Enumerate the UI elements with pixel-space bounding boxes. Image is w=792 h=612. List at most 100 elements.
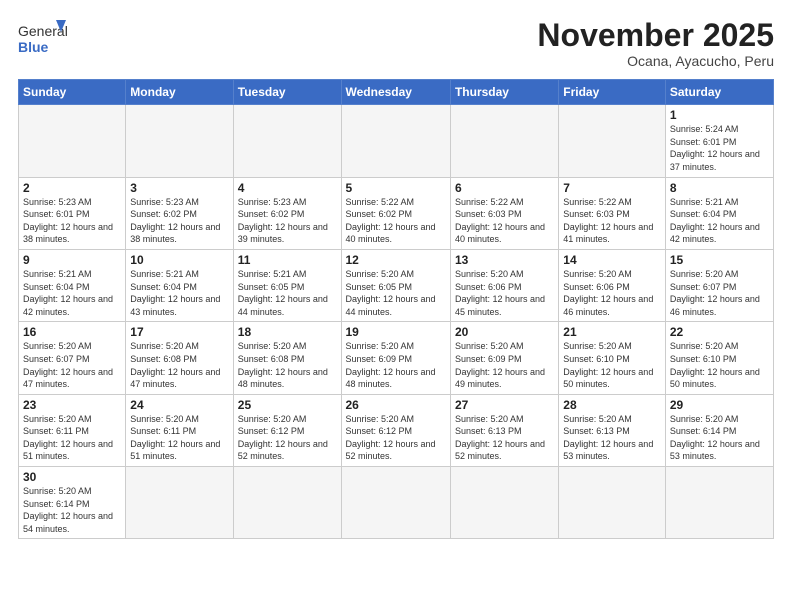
table-row: [233, 467, 341, 539]
day-info: Sunrise: 5:20 AM Sunset: 6:12 PM Dayligh…: [346, 413, 446, 463]
day-info: Sunrise: 5:20 AM Sunset: 6:06 PM Dayligh…: [563, 268, 661, 318]
header-thursday: Thursday: [450, 80, 558, 105]
table-row: [126, 105, 233, 177]
table-row: 9Sunrise: 5:21 AM Sunset: 6:04 PM Daylig…: [19, 249, 126, 321]
day-number: 21: [563, 325, 661, 339]
table-row: [665, 467, 773, 539]
table-row: [126, 467, 233, 539]
day-info: Sunrise: 5:20 AM Sunset: 6:11 PM Dayligh…: [23, 413, 121, 463]
day-info: Sunrise: 5:22 AM Sunset: 6:03 PM Dayligh…: [455, 196, 554, 246]
table-row: [233, 105, 341, 177]
table-row: 10Sunrise: 5:21 AM Sunset: 6:04 PM Dayli…: [126, 249, 233, 321]
day-number: 2: [23, 181, 121, 195]
header-tuesday: Tuesday: [233, 80, 341, 105]
location-subtitle: Ocana, Ayacucho, Peru: [537, 53, 774, 69]
table-row: 27Sunrise: 5:20 AM Sunset: 6:13 PM Dayli…: [450, 394, 558, 466]
day-info: Sunrise: 5:20 AM Sunset: 6:13 PM Dayligh…: [455, 413, 554, 463]
page-header: General Blue November 2025 Ocana, Ayacuc…: [18, 18, 774, 69]
table-row: [341, 105, 450, 177]
table-row: 6Sunrise: 5:22 AM Sunset: 6:03 PM Daylig…: [450, 177, 558, 249]
day-number: 4: [238, 181, 337, 195]
day-number: 12: [346, 253, 446, 267]
day-info: Sunrise: 5:20 AM Sunset: 6:12 PM Dayligh…: [238, 413, 337, 463]
day-info: Sunrise: 5:23 AM Sunset: 6:01 PM Dayligh…: [23, 196, 121, 246]
day-number: 19: [346, 325, 446, 339]
day-info: Sunrise: 5:20 AM Sunset: 6:10 PM Dayligh…: [670, 340, 769, 390]
month-title: November 2025: [537, 18, 774, 53]
day-number: 13: [455, 253, 554, 267]
header-monday: Monday: [126, 80, 233, 105]
day-info: Sunrise: 5:23 AM Sunset: 6:02 PM Dayligh…: [130, 196, 228, 246]
table-row: [450, 467, 558, 539]
table-row: 13Sunrise: 5:20 AM Sunset: 6:06 PM Dayli…: [450, 249, 558, 321]
logo: General Blue: [18, 18, 68, 60]
header-wednesday: Wednesday: [341, 80, 450, 105]
table-row: 15Sunrise: 5:20 AM Sunset: 6:07 PM Dayli…: [665, 249, 773, 321]
table-row: 2Sunrise: 5:23 AM Sunset: 6:01 PM Daylig…: [19, 177, 126, 249]
day-number: 30: [23, 470, 121, 484]
day-info: Sunrise: 5:20 AM Sunset: 6:11 PM Dayligh…: [130, 413, 228, 463]
day-number: 15: [670, 253, 769, 267]
day-number: 18: [238, 325, 337, 339]
day-info: Sunrise: 5:22 AM Sunset: 6:03 PM Dayligh…: [563, 196, 661, 246]
table-row: 18Sunrise: 5:20 AM Sunset: 6:08 PM Dayli…: [233, 322, 341, 394]
day-number: 11: [238, 253, 337, 267]
day-info: Sunrise: 5:20 AM Sunset: 6:06 PM Dayligh…: [455, 268, 554, 318]
day-number: 10: [130, 253, 228, 267]
day-number: 9: [23, 253, 121, 267]
table-row: 3Sunrise: 5:23 AM Sunset: 6:02 PM Daylig…: [126, 177, 233, 249]
table-row: 24Sunrise: 5:20 AM Sunset: 6:11 PM Dayli…: [126, 394, 233, 466]
day-number: 6: [455, 181, 554, 195]
day-info: Sunrise: 5:20 AM Sunset: 6:14 PM Dayligh…: [23, 485, 121, 535]
table-row: 28Sunrise: 5:20 AM Sunset: 6:13 PM Dayli…: [559, 394, 666, 466]
day-info: Sunrise: 5:20 AM Sunset: 6:13 PM Dayligh…: [563, 413, 661, 463]
day-number: 27: [455, 398, 554, 412]
day-info: Sunrise: 5:20 AM Sunset: 6:07 PM Dayligh…: [670, 268, 769, 318]
table-row: 4Sunrise: 5:23 AM Sunset: 6:02 PM Daylig…: [233, 177, 341, 249]
table-row: 12Sunrise: 5:20 AM Sunset: 6:05 PM Dayli…: [341, 249, 450, 321]
table-row: 5Sunrise: 5:22 AM Sunset: 6:02 PM Daylig…: [341, 177, 450, 249]
header-sunday: Sunday: [19, 80, 126, 105]
day-number: 23: [23, 398, 121, 412]
day-number: 28: [563, 398, 661, 412]
table-row: [19, 105, 126, 177]
svg-text:Blue: Blue: [18, 39, 49, 55]
day-number: 22: [670, 325, 769, 339]
table-row: 20Sunrise: 5:20 AM Sunset: 6:09 PM Dayli…: [450, 322, 558, 394]
day-number: 25: [238, 398, 337, 412]
day-info: Sunrise: 5:20 AM Sunset: 6:14 PM Dayligh…: [670, 413, 769, 463]
day-number: 8: [670, 181, 769, 195]
table-row: 11Sunrise: 5:21 AM Sunset: 6:05 PM Dayli…: [233, 249, 341, 321]
day-info: Sunrise: 5:22 AM Sunset: 6:02 PM Dayligh…: [346, 196, 446, 246]
table-row: [559, 467, 666, 539]
day-number: 1: [670, 108, 769, 122]
table-row: 1Sunrise: 5:24 AM Sunset: 6:01 PM Daylig…: [665, 105, 773, 177]
day-info: Sunrise: 5:21 AM Sunset: 6:05 PM Dayligh…: [238, 268, 337, 318]
table-row: [559, 105, 666, 177]
day-number: 26: [346, 398, 446, 412]
table-row: [450, 105, 558, 177]
day-info: Sunrise: 5:20 AM Sunset: 6:10 PM Dayligh…: [563, 340, 661, 390]
title-block: November 2025 Ocana, Ayacucho, Peru: [537, 18, 774, 69]
logo-svg: General Blue: [18, 18, 68, 60]
day-number: 20: [455, 325, 554, 339]
day-number: 29: [670, 398, 769, 412]
day-info: Sunrise: 5:20 AM Sunset: 6:09 PM Dayligh…: [455, 340, 554, 390]
table-row: 26Sunrise: 5:20 AM Sunset: 6:12 PM Dayli…: [341, 394, 450, 466]
table-row: 25Sunrise: 5:20 AM Sunset: 6:12 PM Dayli…: [233, 394, 341, 466]
table-row: 30Sunrise: 5:20 AM Sunset: 6:14 PM Dayli…: [19, 467, 126, 539]
calendar-table: Sunday Monday Tuesday Wednesday Thursday…: [18, 79, 774, 539]
header-saturday: Saturday: [665, 80, 773, 105]
day-info: Sunrise: 5:23 AM Sunset: 6:02 PM Dayligh…: [238, 196, 337, 246]
table-row: 8Sunrise: 5:21 AM Sunset: 6:04 PM Daylig…: [665, 177, 773, 249]
table-row: 16Sunrise: 5:20 AM Sunset: 6:07 PM Dayli…: [19, 322, 126, 394]
day-number: 16: [23, 325, 121, 339]
day-number: 5: [346, 181, 446, 195]
day-info: Sunrise: 5:20 AM Sunset: 6:07 PM Dayligh…: [23, 340, 121, 390]
table-row: 21Sunrise: 5:20 AM Sunset: 6:10 PM Dayli…: [559, 322, 666, 394]
table-row: 22Sunrise: 5:20 AM Sunset: 6:10 PM Dayli…: [665, 322, 773, 394]
header-friday: Friday: [559, 80, 666, 105]
day-info: Sunrise: 5:21 AM Sunset: 6:04 PM Dayligh…: [670, 196, 769, 246]
day-info: Sunrise: 5:20 AM Sunset: 6:05 PM Dayligh…: [346, 268, 446, 318]
day-info: Sunrise: 5:20 AM Sunset: 6:09 PM Dayligh…: [346, 340, 446, 390]
